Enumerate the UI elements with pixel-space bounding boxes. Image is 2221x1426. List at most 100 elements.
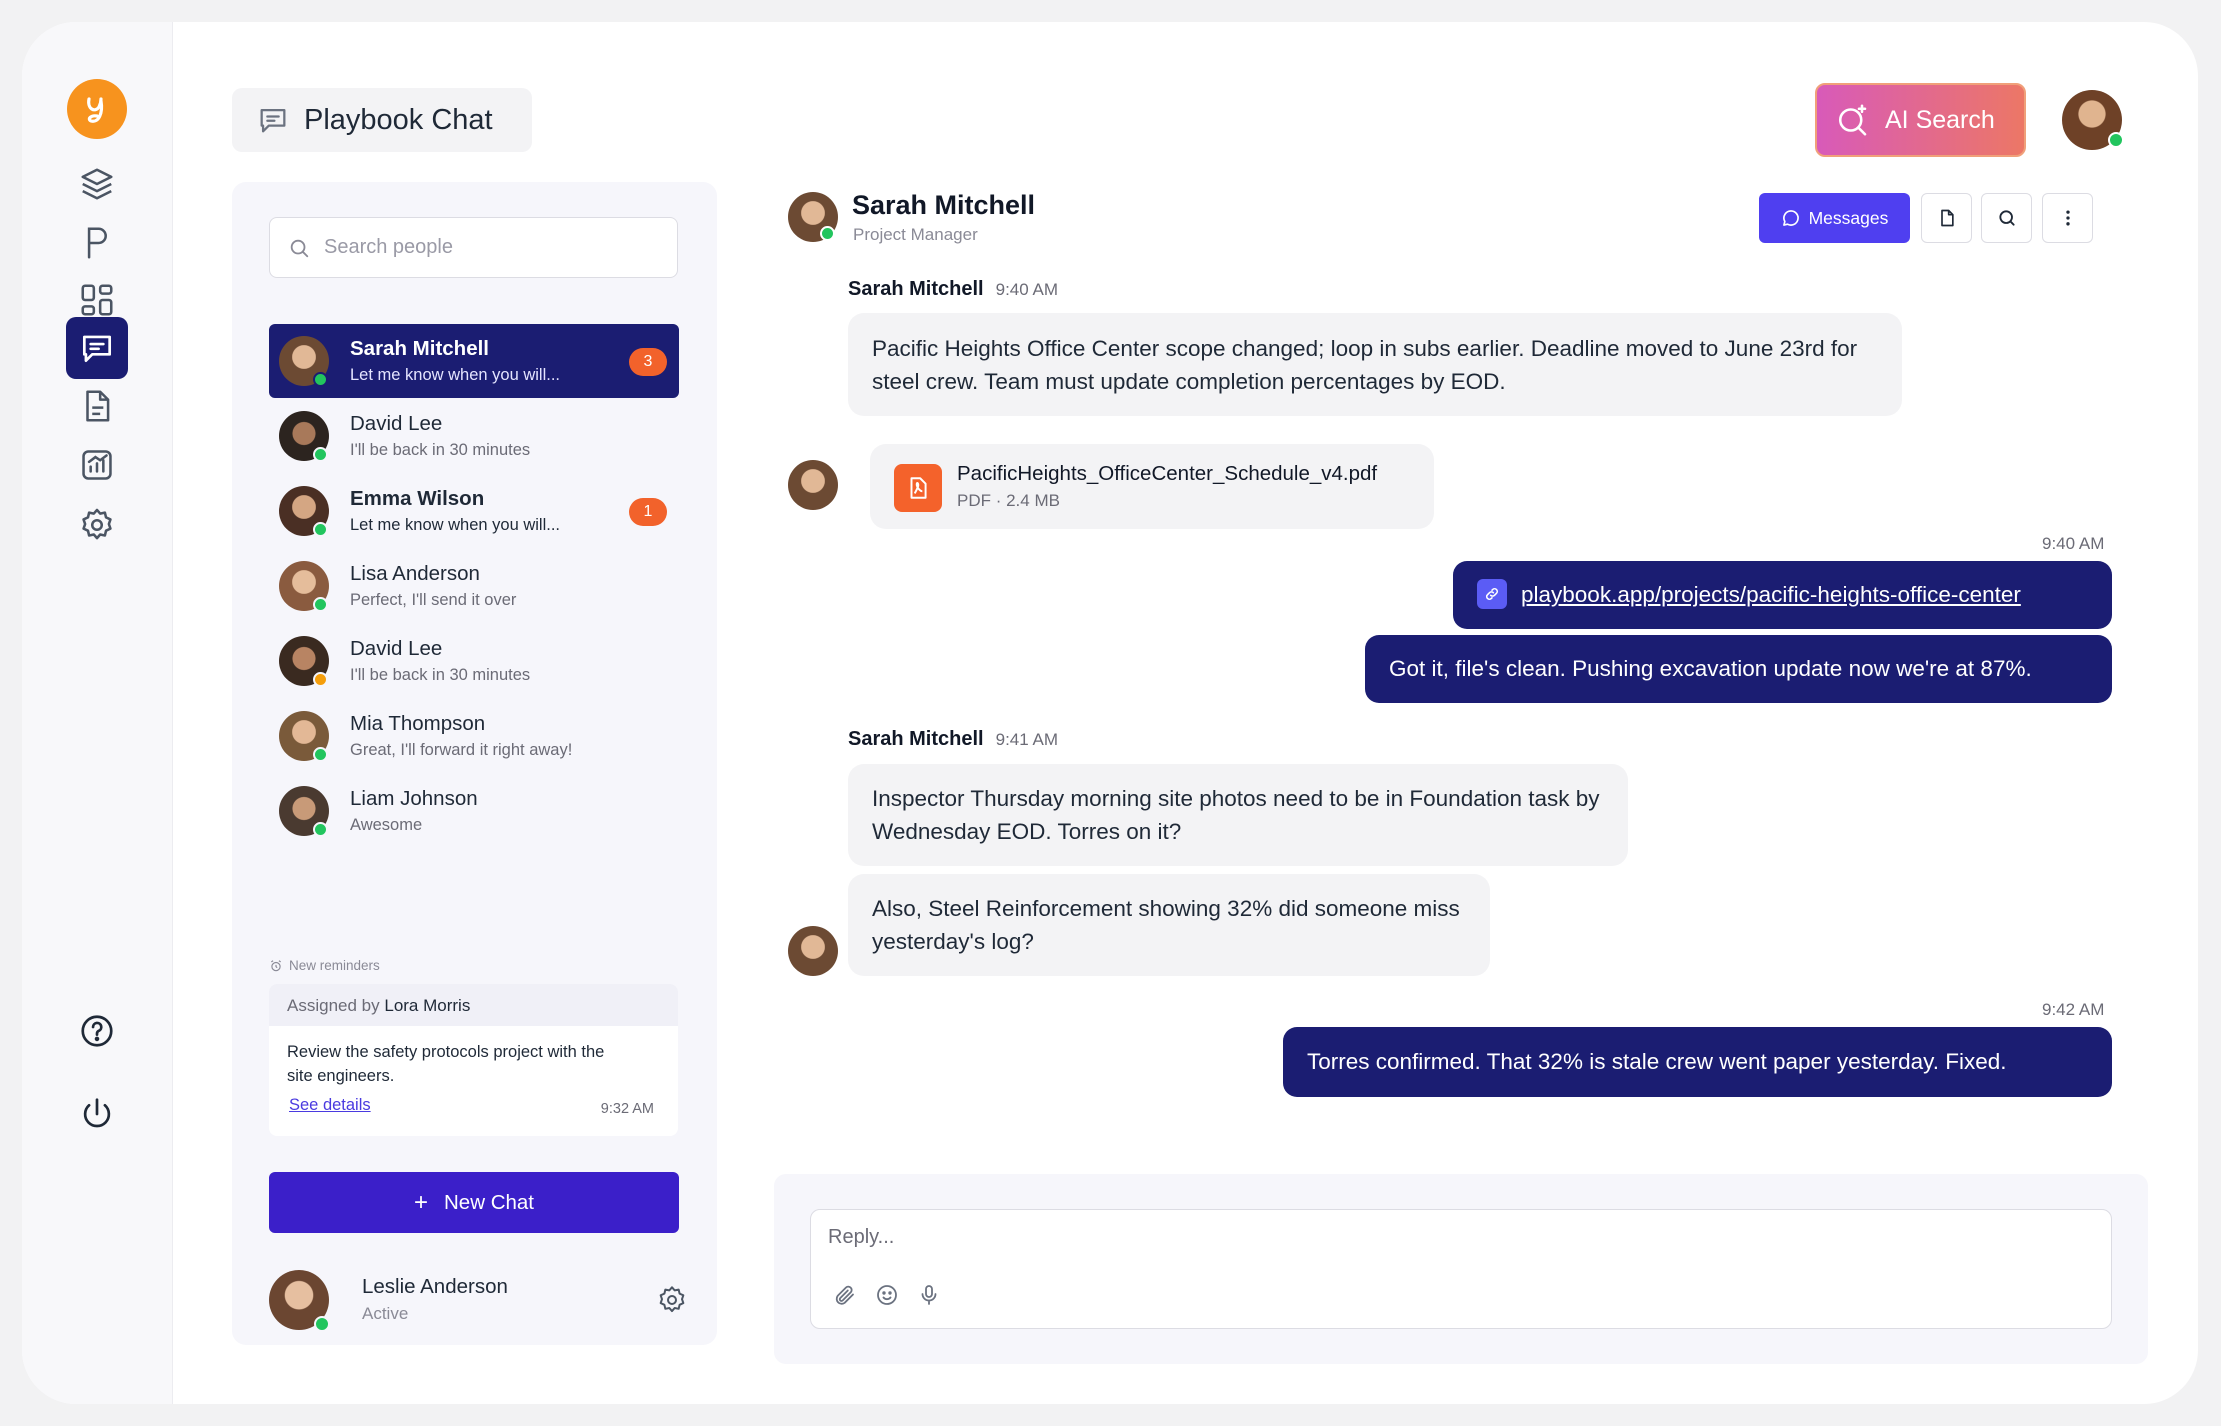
- contact-name: Mia Thompson: [350, 712, 486, 735]
- status-indicator: [313, 672, 328, 687]
- my-status: Active: [362, 1304, 409, 1323]
- messages-tab-label: Messages: [1808, 207, 1889, 228]
- sender-avatar: [788, 926, 838, 976]
- contact-item[interactable]: David Lee I'll be back in 30 minutes: [269, 624, 679, 698]
- see-details-link[interactable]: See details: [289, 1096, 371, 1115]
- settings-icon[interactable]: [66, 494, 128, 556]
- reports-icon[interactable]: [66, 434, 128, 496]
- contact-last-message: Great, I'll forward it right away!: [350, 741, 573, 759]
- chat-contact-name: Sarah Mitchell: [852, 190, 1036, 220]
- status-indicator: [313, 747, 328, 762]
- ai-search-button[interactable]: AI Search: [1815, 83, 2026, 157]
- sender-name: Sarah Mitchell: [848, 728, 984, 750]
- message-bubble: Torres confirmed. That 32% is stale crew…: [1283, 1027, 2112, 1097]
- help-icon[interactable]: [66, 1000, 128, 1062]
- reminders-heading-text: New reminders: [289, 958, 380, 973]
- contact-item[interactable]: David Lee I'll be back in 30 minutes: [269, 399, 679, 473]
- contact-name: Liam Johnson: [350, 787, 478, 810]
- chat-icon[interactable]: [66, 317, 128, 379]
- chat-online-indicator: [820, 226, 835, 241]
- messages-tab[interactable]: Messages: [1759, 193, 1910, 243]
- chat-search-button[interactable]: [1981, 193, 2032, 243]
- status-indicator: [313, 822, 328, 837]
- alarm-icon: [271, 959, 281, 971]
- ai-search-icon: [1838, 104, 1867, 136]
- contact-name: Lisa Anderson: [350, 562, 480, 585]
- contact-last-message: Let me know when you will...: [350, 516, 561, 534]
- layers-icon[interactable]: [66, 153, 128, 215]
- search-icon: [290, 239, 309, 257]
- message-bubble: Got it, file's clean. Pushing excavation…: [1365, 635, 2112, 703]
- pdf-icon: [894, 464, 942, 512]
- sender-avatar: [788, 460, 838, 510]
- reminder-text: Review the safety protocols project with…: [287, 1043, 605, 1085]
- link-message[interactable]: playbook.app/projects/pacific-heights-of…: [1453, 561, 2112, 629]
- contact-item[interactable]: Liam Johnson Awesome: [269, 774, 679, 848]
- logo-icon[interactable]: [67, 79, 127, 139]
- status-indicator: [313, 522, 328, 537]
- contact-name: David Lee: [350, 637, 443, 660]
- message-bubble: Pacific Heights Office Center scope chan…: [848, 313, 1902, 416]
- reply-box[interactable]: [810, 1209, 2112, 1329]
- contact-name: Emma Wilson: [350, 487, 485, 510]
- message-sender: Sarah Mitchell 9:41 AM: [848, 728, 1058, 751]
- composer-area: [774, 1174, 2148, 1364]
- gear-icon[interactable]: [656, 1284, 688, 1316]
- chat-contact-role: Project Manager: [853, 225, 978, 244]
- contact-item[interactable]: Sarah Mitchell Let me know when you will…: [269, 324, 679, 398]
- message-bubble: Also, Steel Reinforcement showing 32% di…: [848, 874, 1490, 976]
- ai-search-label: AI Search: [1885, 105, 1995, 134]
- message-sender: Sarah Mitchell 9:40 AM: [848, 278, 1058, 301]
- sender-name: Sarah Mitchell: [848, 278, 984, 300]
- reminder-time: 9:32 AM: [600, 1101, 654, 1117]
- power-icon[interactable]: [66, 1083, 128, 1145]
- emoji-icon[interactable]: [875, 1283, 899, 1307]
- unread-badge: 3: [629, 348, 667, 376]
- search-input[interactable]: [324, 236, 654, 259]
- page-title-text: Playbook Chat: [304, 103, 493, 136]
- file-meta: PDF · 2.4 MB: [957, 491, 1060, 510]
- people-panel: Sarah Mitchell Let me know when you will…: [232, 182, 717, 1345]
- contact-name: David Lee: [350, 412, 443, 435]
- attachment-icon[interactable]: [833, 1283, 857, 1307]
- link-url[interactable]: playbook.app/projects/pacific-heights-of…: [1521, 582, 2021, 608]
- message-time: 9:42 AM: [2042, 1000, 2105, 1019]
- document-icon[interactable]: [66, 375, 128, 437]
- contact-item[interactable]: Mia Thompson Great, I'll forward it righ…: [269, 699, 679, 773]
- new-chat-button[interactable]: + New Chat: [269, 1172, 679, 1233]
- reminders-heading: New reminders: [269, 958, 380, 973]
- contact-name: Sarah Mitchell: [350, 337, 489, 360]
- contact-last-message: I'll be back in 30 minutes: [350, 441, 531, 459]
- more-vertical-icon: [2065, 210, 2070, 226]
- nav-rail: [22, 22, 173, 1404]
- message-bubble: Inspector Thursday morning site photos n…: [848, 764, 1628, 866]
- contact-last-message: I'll be back in 30 minutes: [350, 666, 531, 684]
- message-time: 9:41 AM: [995, 730, 1058, 749]
- projects-icon[interactable]: [66, 212, 128, 274]
- my-status-indicator: [314, 1316, 330, 1332]
- search-icon: [1998, 210, 2015, 226]
- user-online-indicator: [2108, 132, 2124, 148]
- contact-last-message: Let me know when you will...: [350, 366, 561, 384]
- plus-icon: +: [413, 1188, 428, 1216]
- reply-input[interactable]: [828, 1226, 2088, 1266]
- message-icon: [1782, 210, 1799, 226]
- status-indicator: [313, 372, 328, 387]
- file-icon: [1940, 209, 1954, 227]
- contact-item[interactable]: Emma Wilson Let me know when you will...…: [269, 474, 679, 548]
- chat-bubble-icon: [260, 108, 286, 133]
- app-window: Playbook Chat AI Search Sarah Mitchell L…: [22, 22, 2198, 1404]
- more-options-button[interactable]: [2042, 193, 2093, 243]
- file-attachment[interactable]: PacificHeights_OfficeCenter_Schedule_v4.…: [870, 444, 1434, 529]
- contact-last-message: Awesome: [350, 816, 423, 834]
- page-title: Playbook Chat: [232, 88, 532, 152]
- message-time: 9:40 AM: [2042, 534, 2105, 553]
- contact-item[interactable]: Lisa Anderson Perfect, I'll send it over: [269, 549, 679, 623]
- microphone-icon[interactable]: [917, 1283, 941, 1307]
- status-indicator: [313, 447, 328, 462]
- new-chat-label: New Chat: [444, 1190, 535, 1214]
- files-button[interactable]: [1921, 193, 1972, 243]
- message-time: 9:40 AM: [995, 280, 1058, 299]
- search-people[interactable]: [269, 217, 678, 278]
- file-name: PacificHeights_OfficeCenter_Schedule_v4.…: [957, 462, 1378, 485]
